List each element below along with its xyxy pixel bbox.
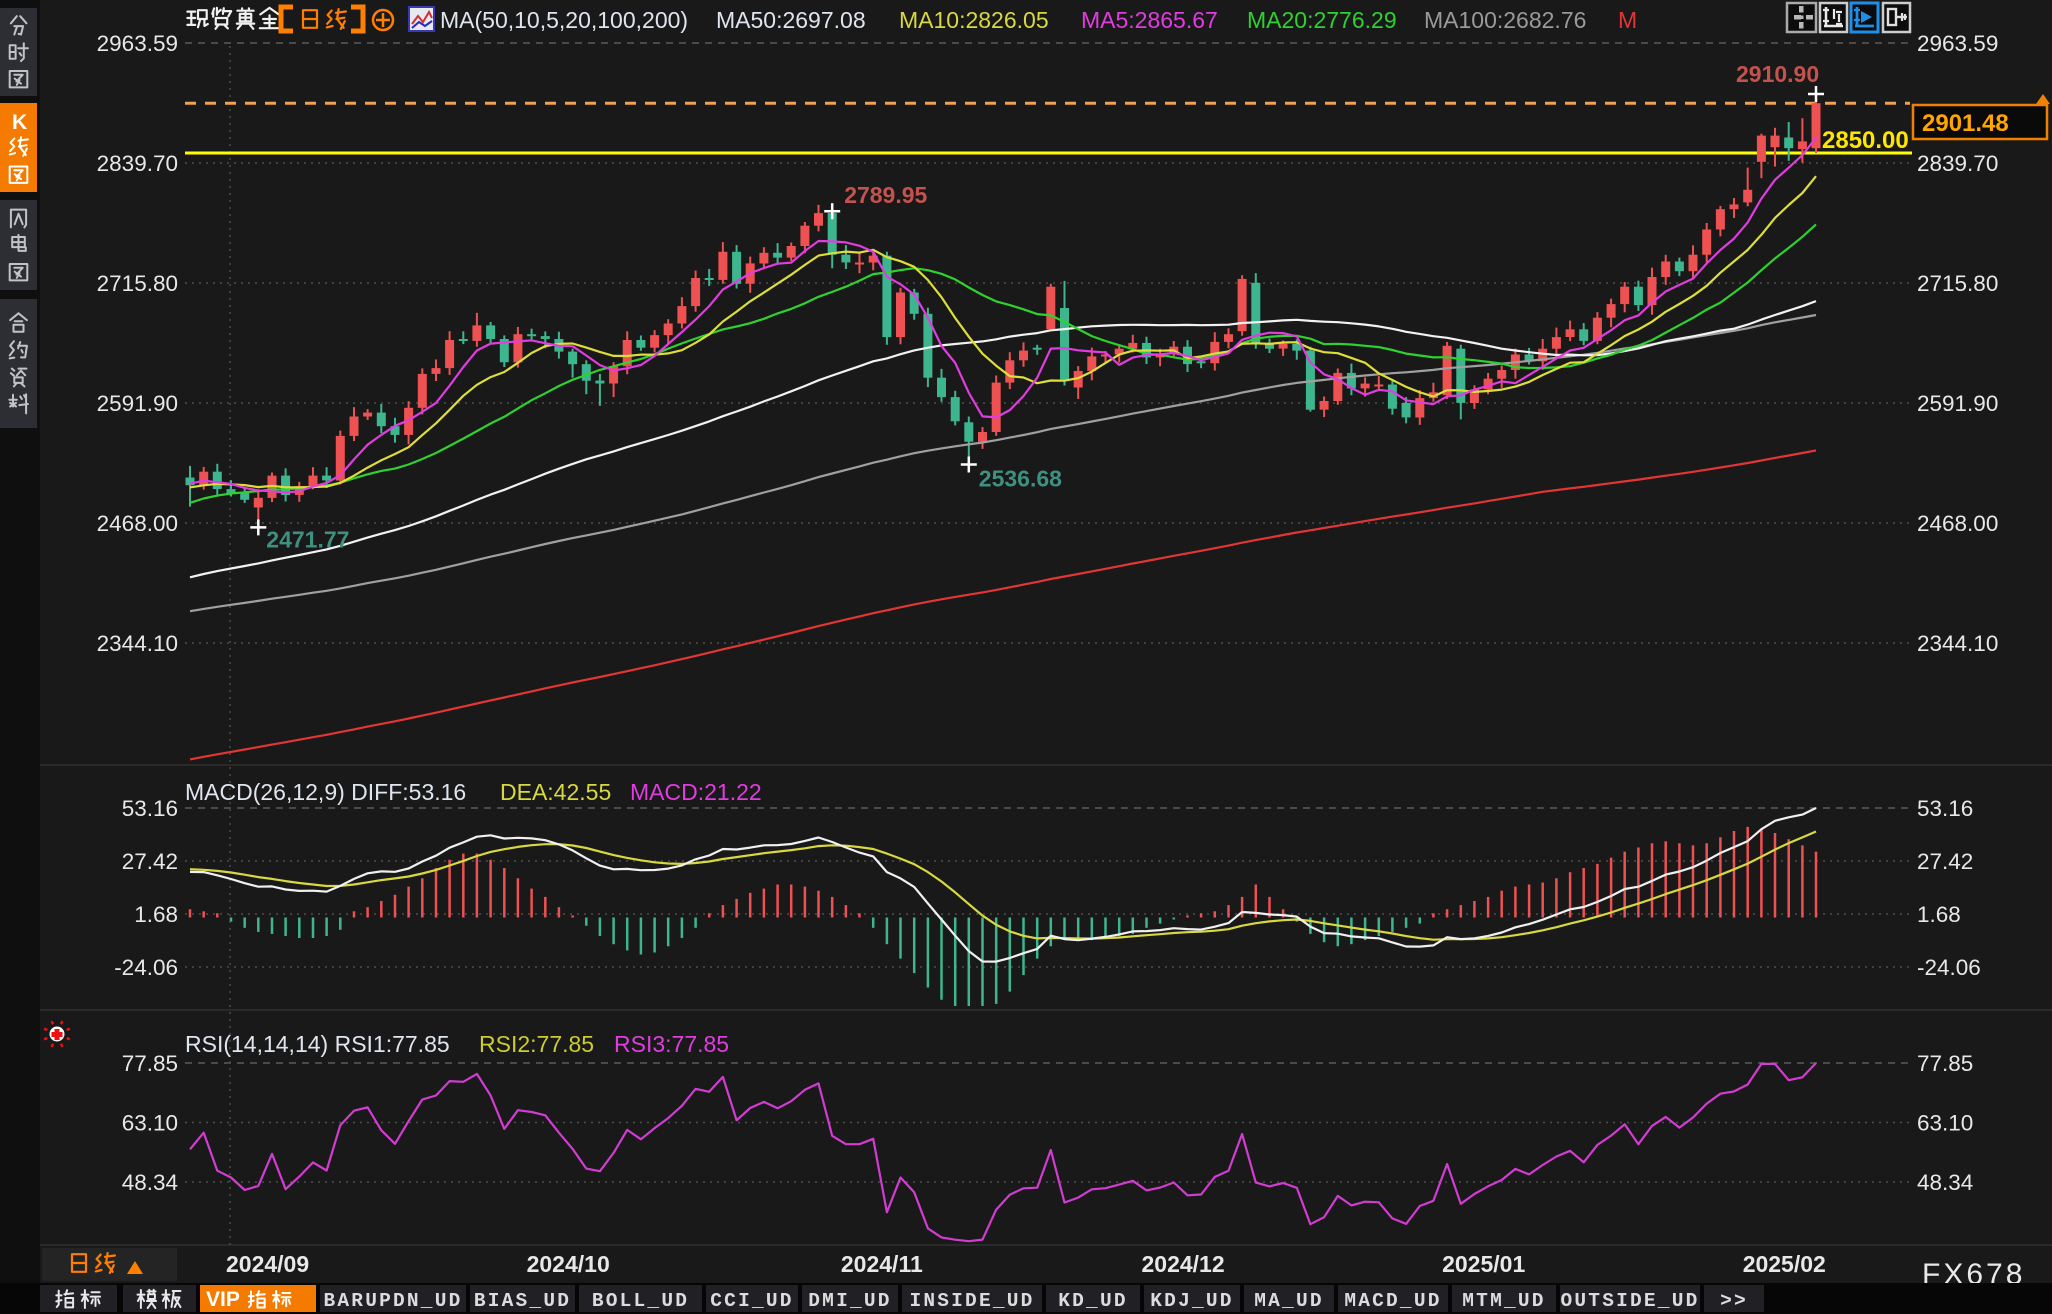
svg-text:2715.80: 2715.80 bbox=[1917, 271, 1998, 296]
svg-text:MA20:2776.29: MA20:2776.29 bbox=[1247, 7, 1397, 33]
svg-text:2901.48: 2901.48 bbox=[1922, 110, 2009, 137]
svg-text:MA(50,10,5,20,100,200): MA(50,10,5,20,100,200) bbox=[440, 7, 688, 33]
svg-text:2839.70: 2839.70 bbox=[97, 151, 178, 176]
svg-text:2910.90: 2910.90 bbox=[1736, 61, 1819, 87]
svg-text:2024/09: 2024/09 bbox=[226, 1251, 309, 1277]
svg-text:2963.59: 2963.59 bbox=[97, 31, 178, 56]
svg-text:BARUPDN_UD: BARUPDN_UD bbox=[323, 1290, 462, 1312]
svg-text:2344.10: 2344.10 bbox=[1917, 631, 1998, 656]
svg-text:1.68: 1.68 bbox=[134, 902, 178, 927]
svg-text:48.34: 48.34 bbox=[122, 1170, 178, 1195]
svg-text:MA100:2682.76: MA100:2682.76 bbox=[1424, 7, 1586, 33]
svg-text:DMI_UD: DMI_UD bbox=[808, 1290, 891, 1312]
svg-text:KDJ_UD: KDJ_UD bbox=[1150, 1290, 1233, 1312]
svg-text:2591.90: 2591.90 bbox=[1917, 391, 1998, 416]
svg-text:2468.00: 2468.00 bbox=[1917, 511, 1998, 536]
svg-text:RSI(14,14,14) RSI1:77.85: RSI(14,14,14) RSI1:77.85 bbox=[185, 1031, 450, 1057]
svg-text:MA50:2697.08: MA50:2697.08 bbox=[716, 7, 866, 33]
svg-text:K: K bbox=[12, 111, 27, 134]
svg-text:RSI2:77.85: RSI2:77.85 bbox=[479, 1031, 594, 1057]
svg-text:2025/01: 2025/01 bbox=[1442, 1251, 1525, 1277]
svg-text:27.42: 27.42 bbox=[1917, 849, 1973, 874]
svg-text:DEA:42.55: DEA:42.55 bbox=[500, 779, 611, 805]
svg-text:RSI3:77.85: RSI3:77.85 bbox=[614, 1031, 729, 1057]
svg-text:53.16: 53.16 bbox=[1917, 796, 1973, 821]
svg-text:KD_UD: KD_UD bbox=[1058, 1290, 1128, 1312]
svg-text:BOLL_UD: BOLL_UD bbox=[592, 1290, 689, 1312]
svg-text:M: M bbox=[1618, 7, 1637, 33]
svg-text:63.10: 63.10 bbox=[1917, 1111, 1973, 1136]
svg-text:27.42: 27.42 bbox=[122, 849, 178, 874]
svg-text:INSIDE_UD: INSIDE_UD bbox=[909, 1290, 1034, 1312]
svg-text:CCI_UD: CCI_UD bbox=[710, 1290, 793, 1312]
svg-text:MTM_UD: MTM_UD bbox=[1462, 1290, 1545, 1312]
svg-text:2024/11: 2024/11 bbox=[841, 1251, 923, 1277]
svg-text:1.68: 1.68 bbox=[1917, 902, 1961, 927]
svg-text:2715.80: 2715.80 bbox=[97, 271, 178, 296]
svg-text:2839.70: 2839.70 bbox=[1917, 151, 1998, 176]
svg-text:MACD:21.22: MACD:21.22 bbox=[630, 779, 762, 805]
svg-text:53.16: 53.16 bbox=[122, 796, 178, 821]
svg-text:2468.00: 2468.00 bbox=[97, 511, 178, 536]
svg-text:77.85: 77.85 bbox=[122, 1051, 178, 1076]
svg-text:2471.77: 2471.77 bbox=[266, 526, 349, 552]
svg-text:2024/10: 2024/10 bbox=[527, 1251, 610, 1277]
svg-text:MA5:2865.67: MA5:2865.67 bbox=[1081, 7, 1218, 33]
svg-text:-24.06: -24.06 bbox=[114, 955, 178, 980]
svg-text:2536.68: 2536.68 bbox=[979, 466, 1062, 492]
svg-text:2025/02: 2025/02 bbox=[1743, 1251, 1826, 1277]
svg-text:77.85: 77.85 bbox=[1917, 1051, 1973, 1076]
svg-text:MACD(26,12,9) DIFF:53.16: MACD(26,12,9) DIFF:53.16 bbox=[185, 779, 466, 805]
svg-text:VIP: VIP bbox=[206, 1288, 240, 1311]
svg-text:2963.59: 2963.59 bbox=[1917, 31, 1998, 56]
svg-text:MA10:2826.05: MA10:2826.05 bbox=[899, 7, 1049, 33]
svg-text:>>: >> bbox=[1720, 1290, 1748, 1312]
svg-text:MACD_UD: MACD_UD bbox=[1344, 1290, 1441, 1312]
svg-text:2591.90: 2591.90 bbox=[97, 391, 178, 416]
svg-text:MA_UD: MA_UD bbox=[1254, 1290, 1324, 1312]
svg-text:2850.00: 2850.00 bbox=[1822, 127, 1909, 154]
svg-text:2789.95: 2789.95 bbox=[844, 182, 927, 208]
svg-text:48.34: 48.34 bbox=[1917, 1170, 1973, 1195]
svg-text:-24.06: -24.06 bbox=[1917, 955, 1981, 980]
svg-text:63.10: 63.10 bbox=[122, 1111, 178, 1136]
svg-text:OUTSIDE_UD: OUTSIDE_UD bbox=[1560, 1290, 1699, 1312]
svg-text:2344.10: 2344.10 bbox=[97, 631, 178, 656]
svg-text:2024/12: 2024/12 bbox=[1142, 1251, 1225, 1277]
svg-text:BIAS_UD: BIAS_UD bbox=[474, 1290, 571, 1312]
